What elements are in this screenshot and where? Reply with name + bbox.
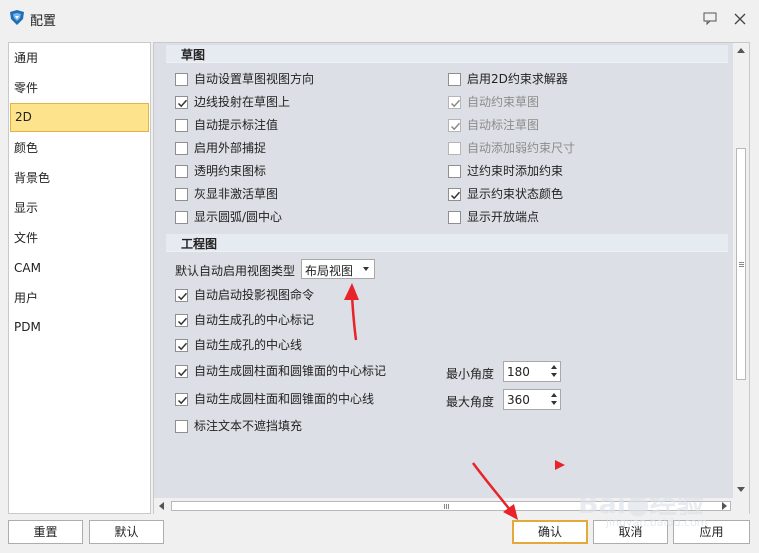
min-angle-spinner[interactable]: 180 [503,361,561,382]
checkbox-label: 自动添加弱约束尺寸 [467,141,576,155]
sidebar-item-display[interactable]: 显示 [9,194,150,222]
checkbox-label: 自动启动投影视图命令 [194,288,315,302]
sidebar-item-cam[interactable]: CAM [9,254,150,282]
checkbox-box[interactable] [448,165,461,178]
checkbox-label: 显示开放端点 [467,210,540,224]
view-type-label: 默认自动启用视图类型 [175,264,296,278]
watermark-url: jingyan.baidu.com [606,516,708,529]
grip-line [739,264,744,265]
grip-line [448,504,449,509]
section-header-sketch: 草图 [166,45,728,63]
sidebar-item-part[interactable]: 零件 [9,74,150,102]
checkbox-label: 自动生成孔的中心标记 [194,313,315,327]
default-button[interactable]: 默认 [89,520,164,544]
grip-line [739,266,744,267]
checkbox-label: 自动标注草图 [467,118,540,132]
checkbox-label: 自动生成孔的中心线 [194,338,303,352]
category-sidebar: 通用 零件 2D 颜色 背景色 显示 文件 CAM 用户 PDM [8,42,151,514]
spin-down-icon[interactable] [551,373,557,377]
checkbox-label: 显示圆弧/圆中心 [194,210,283,224]
spin-up-icon[interactable] [551,393,557,397]
checkbox-box[interactable] [175,119,188,132]
grip-line [446,504,447,509]
checkbox-box[interactable] [175,420,188,433]
sidebar-item-general[interactable]: 通用 [9,44,150,72]
max-angle-spinner[interactable]: 360 [503,389,561,410]
checkbox-box[interactable] [175,289,188,302]
vertical-scroll-thumb[interactable] [736,148,746,380]
checkbox-box[interactable] [175,165,188,178]
max-angle-value: 360 [507,393,530,407]
sidebar-item-user[interactable]: 用户 [9,284,150,312]
checkbox-box[interactable] [175,211,188,224]
checkbox-label: 启用外部捕捉 [194,141,267,155]
checkbox-label: 自动设置草图视图方向 [194,72,315,86]
checkbox-box[interactable] [175,365,188,378]
checkbox-label: 自动生成圆柱面和圆锥面的中心线 [194,392,375,406]
checkbox-label: 灰显非激活草图 [194,187,279,201]
checkbox-box [448,96,461,109]
scroll-left-icon[interactable] [159,502,164,510]
checkbox-label: 自动提示标注值 [194,118,279,132]
checkbox-label: 过约束时添加约束 [467,164,564,178]
checkbox-box[interactable] [175,96,188,109]
sidebar-item-2d[interactable]: 2D [10,103,149,132]
checkbox-box[interactable] [175,393,188,406]
sidebar-item-background[interactable]: 背景色 [9,164,150,192]
grip-line [444,504,445,509]
scroll-up-icon[interactable] [737,48,745,53]
checkbox-label: 透明约束图标 [194,164,267,178]
checkbox-box[interactable] [448,73,461,86]
checkbox-box[interactable] [448,211,461,224]
checkbox-box[interactable] [175,314,188,327]
spin-down-icon[interactable] [551,401,557,405]
view-type-select[interactable]: 布局视图 [301,259,375,279]
grip-line [739,262,744,263]
checkbox-label: 标注文本不遮挡填充 [194,419,303,433]
checkbox-label: 边线投射在草图上 [194,95,291,109]
sidebar-item-pdm[interactable]: PDM [9,313,150,341]
app-icon [10,10,24,25]
checkbox-box [448,142,461,155]
settings-panel: 草图 自动设置草图视图方向 边线投射在草图上 自动提示标注值 启用外部捕捉 透明… [153,42,750,514]
watermark: Bai●经验 jingyan.baidu.com [578,482,748,548]
window-title: 配置 [30,14,57,29]
sidebar-item-file[interactable]: 文件 [9,224,150,252]
sidebar-item-color[interactable]: 颜色 [9,134,150,162]
ok-button[interactable]: 确认 [512,520,588,544]
min-angle-label: 最小角度 [446,367,495,381]
close-icon[interactable] [733,12,747,26]
reset-button[interactable]: 重置 [8,520,83,544]
chat-icon[interactable] [703,12,717,25]
vertical-scrollbar[interactable] [733,43,749,498]
checkbox-box[interactable] [175,188,188,201]
checkbox-label: 自动约束草图 [467,95,540,109]
checkbox-box[interactable] [175,73,188,86]
min-angle-value: 180 [507,365,530,379]
checkbox-box[interactable] [175,142,188,155]
checkbox-label: 启用2D约束求解器 [467,72,568,86]
spin-up-icon[interactable] [551,365,557,369]
chevron-down-icon [363,267,369,271]
section-title-sketch: 草图 [181,48,206,62]
section-title-drawing: 工程图 [181,237,218,251]
checkbox-label: 显示约束状态颜色 [467,187,564,201]
section-header-drawing: 工程图 [166,234,728,252]
view-type-value: 布局视图 [305,264,354,278]
checkbox-label: 自动生成圆柱面和圆锥面的中心标记 [194,364,387,378]
title-bar: 配置 [0,0,759,38]
checkbox-box[interactable] [175,339,188,352]
max-angle-label: 最大角度 [446,395,495,409]
checkbox-box[interactable] [448,188,461,201]
checkbox-box [448,119,461,132]
